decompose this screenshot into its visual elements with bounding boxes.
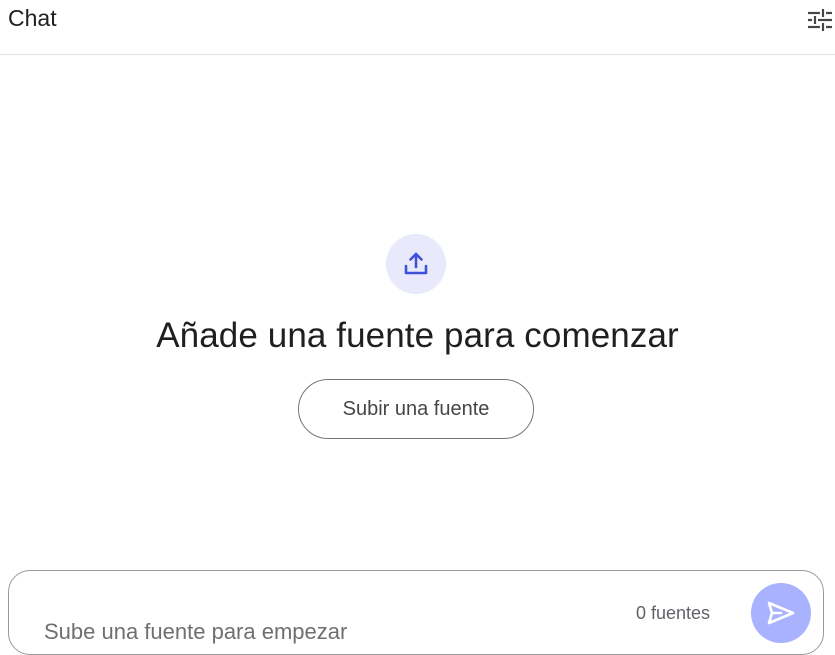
panel-title: Chat [8,5,57,31]
chat-input[interactable]: Sube una fuente para empezar [44,619,347,645]
upload-icon-badge [386,234,446,294]
chat-composer: Sube una fuente para empezar 0 fuentes [8,570,824,655]
tune-icon [808,9,832,31]
source-count: 0 fuentes [636,603,711,623]
upload-source-button[interactable]: Subir una fuente [298,379,534,439]
send-button[interactable] [751,583,811,643]
empty-state-heading: Añade una fuente para comenzar [156,316,679,355]
upload-icon [404,252,428,275]
header: Chat [0,0,835,55]
send-icon [767,601,795,625]
settings-button[interactable] [806,6,835,34]
chat-panel: Chat Añade una fuente para comenzar Subi… [0,0,835,655]
